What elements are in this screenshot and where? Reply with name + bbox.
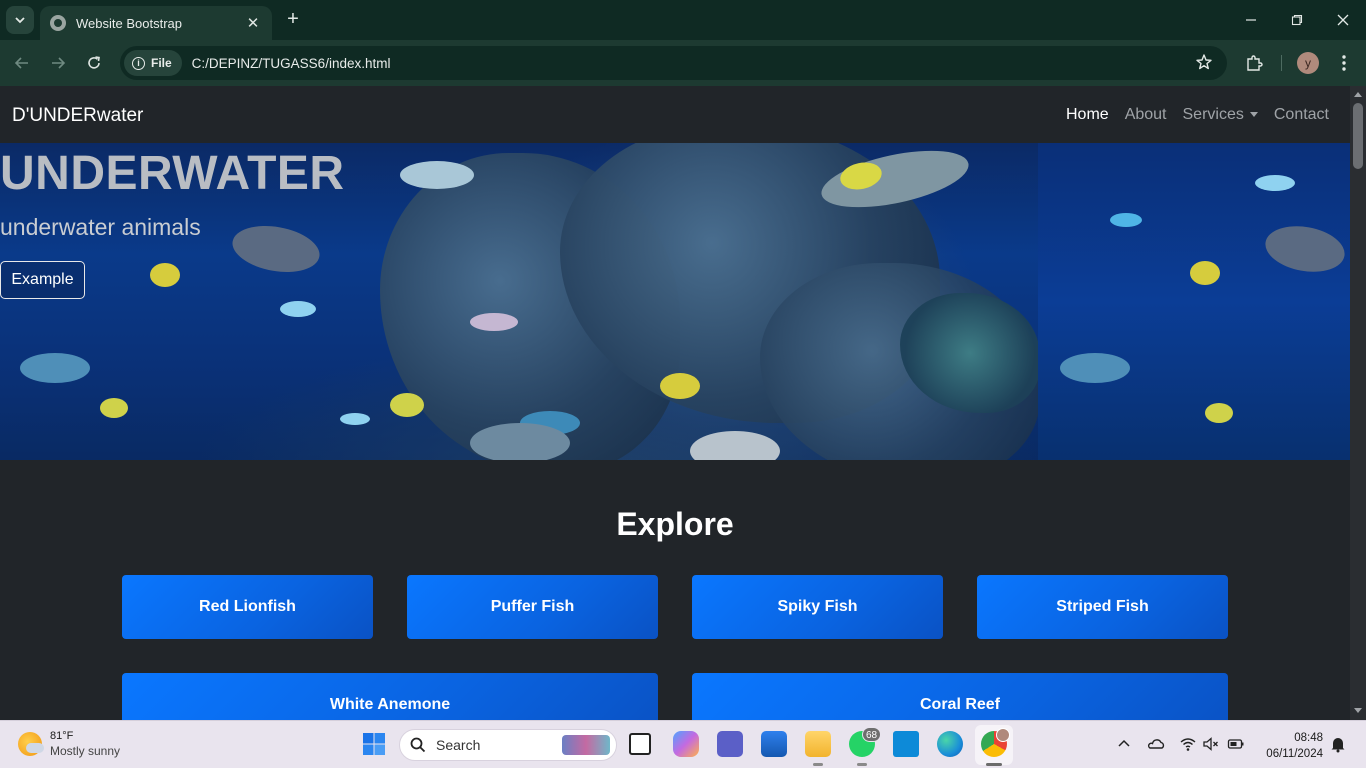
caret-down-icon <box>1249 112 1258 118</box>
store-icon[interactable] <box>761 731 787 757</box>
volume-muted-icon[interactable] <box>1202 735 1220 753</box>
chevron-down-icon <box>15 17 25 24</box>
active-indicator <box>986 763 1002 766</box>
chrome-profile-icon <box>996 728 1010 742</box>
running-indicator <box>857 763 867 766</box>
notification-bell-icon[interactable] <box>1329 735 1347 753</box>
nav-contact[interactable]: Contact <box>1274 106 1329 124</box>
card-red-lionfish[interactable]: Red Lionfish <box>122 575 373 639</box>
reload-icon <box>88 56 100 69</box>
file-explorer-icon[interactable] <box>805 731 831 757</box>
menu-button[interactable] <box>1330 49 1358 77</box>
onedrive-icon[interactable] <box>1147 735 1165 753</box>
explore-heading: Explore <box>616 506 734 542</box>
tab-close-icon[interactable]: ✕ <box>244 14 262 32</box>
arrow-right-icon <box>52 57 66 69</box>
nav-about[interactable]: About <box>1125 106 1167 124</box>
weather-desc: Mostly sunny <box>50 744 121 758</box>
card-white-anemone[interactable]: White Anemone <box>122 673 658 720</box>
scroll-down-arrow-icon[interactable] <box>1354 708 1362 713</box>
forward-button[interactable] <box>44 49 72 77</box>
teams-icon[interactable] <box>717 731 743 757</box>
reload-button[interactable] <box>80 49 108 77</box>
whatsapp-badge: 68 <box>862 727 882 742</box>
url-text[interactable]: C:/DEPINZ/TUGASS6/index.html <box>192 56 391 71</box>
copilot-icon[interactable] <box>673 731 699 757</box>
edge-icon[interactable] <box>937 731 963 757</box>
nav-links: Home About Services Contact <box>1066 106 1329 124</box>
site-info-chip[interactable]: i File <box>124 50 182 76</box>
weather-widget[interactable]: 81°F Mostly sunny <box>18 729 120 759</box>
wifi-icon[interactable] <box>1179 735 1197 753</box>
hero-title: UNDERWATER <box>0 147 345 200</box>
hero-subtitle: underwater animals <box>0 214 201 240</box>
search-highlight-icon <box>562 735 610 755</box>
browser-tab[interactable]: Website Bootstrap ✕ <box>40 6 272 40</box>
windows-logo-icon <box>363 733 385 755</box>
taskbar-search[interactable]: Search <box>399 729 617 761</box>
clock-date: 06/11/2024 <box>1266 748 1323 760</box>
tab-search-button[interactable] <box>6 6 34 34</box>
nav-services-dropdown[interactable]: Services <box>1183 106 1258 124</box>
bookmark-star-icon[interactable] <box>1195 53 1213 71</box>
puzzle-icon <box>1247 55 1263 71</box>
nav-home[interactable]: Home <box>1066 106 1109 124</box>
restore-button[interactable] <box>1274 0 1320 40</box>
weather-temp: 81°F <box>50 730 74 742</box>
profile-avatar[interactable]: y <box>1297 52 1319 74</box>
browser-toolbar: i File C:/DEPINZ/TUGASS6/index.html y <box>0 40 1366 86</box>
card-puffer-fish[interactable]: Puffer Fish <box>407 575 658 639</box>
example-button[interactable]: Example <box>0 261 85 299</box>
running-indicator <box>813 763 823 766</box>
site-navbar: D'UNDERwater Home About Services Contact <box>0 86 1350 143</box>
close-icon <box>1337 14 1349 26</box>
info-icon: i <box>132 56 145 70</box>
navbar-brand[interactable]: D'UNDERwater <box>12 105 143 127</box>
globe-icon <box>50 15 66 31</box>
card-spiky-fish[interactable]: Spiky Fish <box>692 575 943 639</box>
hero-banner: UNDERWATER underwater animals Example <box>0 143 1350 460</box>
chevron-up-icon[interactable] <box>1115 735 1133 753</box>
web-page: D'UNDERwater Home About Services Contact <box>0 86 1350 720</box>
search-label: Search <box>436 737 481 753</box>
minimize-button[interactable] <box>1228 0 1274 40</box>
arrow-left-icon <box>14 57 28 69</box>
partly-sunny-icon <box>18 732 44 756</box>
scroll-thumb[interactable] <box>1353 103 1363 169</box>
toolbar-separator <box>1281 55 1282 71</box>
task-view-icon[interactable] <box>629 733 651 755</box>
search-icon <box>410 737 426 753</box>
new-tab-button[interactable]: + <box>282 8 304 32</box>
start-button[interactable] <box>361 731 387 757</box>
site-chip-label: File <box>151 56 172 70</box>
clock[interactable]: 08:48 06/11/2024 <box>1266 730 1323 762</box>
myhp-icon[interactable] <box>893 731 919 757</box>
more-vertical-icon <box>1342 55 1346 71</box>
page-scrollbar[interactable] <box>1350 86 1366 720</box>
tab-title: Website Bootstrap <box>76 15 182 31</box>
address-bar[interactable]: i File C:/DEPINZ/TUGASS6/index.html <box>120 46 1227 80</box>
tab-strip: Website Bootstrap ✕ + <box>0 0 1366 40</box>
battery-icon[interactable] <box>1227 735 1245 753</box>
restore-icon <box>1291 14 1303 26</box>
nav-services-label: Services <box>1182 106 1244 123</box>
extensions-button[interactable] <box>1240 49 1268 77</box>
back-button[interactable] <box>8 49 36 77</box>
taskbar: 81°F Mostly sunny Search 68 08:48 06/11/… <box>0 720 1366 768</box>
scroll-up-arrow-icon[interactable] <box>1354 92 1362 97</box>
card-striped-fish[interactable]: Striped Fish <box>977 575 1228 639</box>
minimize-icon <box>1246 19 1256 21</box>
close-window-button[interactable] <box>1320 0 1366 40</box>
card-coral-reef[interactable]: Coral Reef <box>692 673 1228 720</box>
clock-time: 08:48 <box>1294 732 1323 744</box>
